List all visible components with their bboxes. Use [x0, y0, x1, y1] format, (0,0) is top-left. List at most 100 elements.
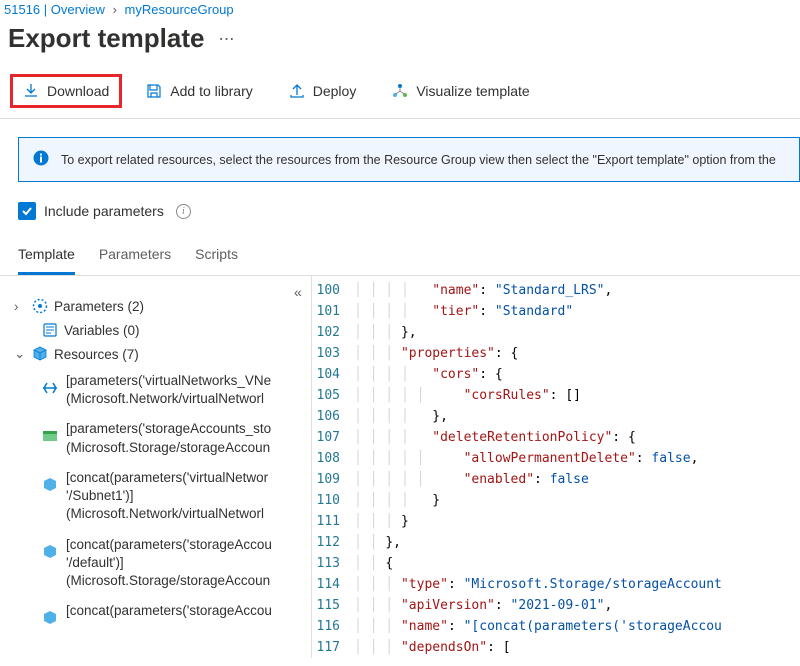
include-parameters-row: Include parameters i [0, 192, 800, 230]
line-number: 115 [312, 595, 354, 616]
tab-scripts[interactable]: Scripts [195, 240, 238, 275]
tab-bar: Template Parameters Scripts [0, 230, 800, 276]
line-number: 110 [312, 490, 354, 511]
tab-template[interactable]: Template [18, 240, 75, 275]
code-content: │ │ │ │ │ "allowPermanentDelete": false, [354, 448, 698, 469]
deploy-icon [289, 83, 305, 99]
line-number: 112 [312, 532, 354, 553]
line-number: 108 [312, 448, 354, 469]
tree-resource-item[interactable]: [concat(parameters('storageAccou [10, 596, 311, 635]
code-line: 113│ │ { [312, 553, 800, 574]
tree-resource-item[interactable]: [parameters('virtualNetworks_VNe(Microso… [10, 366, 311, 414]
code-line: 109│ │ │ │ │ "enabled": false [312, 469, 800, 490]
tree-label: [parameters('virtualNetworks_VNe [66, 373, 271, 388]
tree-label: [concat(parameters('virtualNetwor [66, 470, 268, 485]
info-text: To export related resources, select the … [61, 153, 776, 167]
add-to-library-label: Add to library [170, 83, 252, 99]
code-content: │ │ │ "name": "[concat(parameters('stora… [354, 616, 722, 637]
download-icon [23, 83, 39, 99]
code-content: │ │ │ "properties": { [354, 343, 518, 364]
visualize-label: Visualize template [416, 83, 529, 99]
code-editor[interactable]: 100│ │ │ │ "name": "Standard_LRS",101│ │… [312, 276, 800, 658]
code-line: 105│ │ │ │ │ "corsRules": [] [312, 385, 800, 406]
code-content: │ │ │ "apiVersion": "2021-09-01", [354, 595, 612, 616]
code-line: 111│ │ │ } [312, 511, 800, 532]
tree-node-variables[interactable]: Variables (0) [10, 318, 311, 342]
tree-sublabel: (Microsoft.Network/virtualNetworl [66, 505, 268, 523]
tree-label: Variables (0) [64, 323, 140, 338]
tree-node-parameters[interactable]: › Parameters (2) [10, 294, 311, 318]
line-number: 104 [312, 364, 354, 385]
more-icon[interactable]: ⋯ [219, 29, 235, 49]
code-content: │ │ │ "type": "Microsoft.Storage/storage… [354, 574, 722, 595]
chevron-right-icon: › [113, 2, 117, 17]
code-line: 117│ │ │ "dependsOn": [ [312, 637, 800, 658]
code-content: │ │ │ │ } [354, 490, 440, 511]
tree-resource-item[interactable]: [concat(parameters('virtualNetwor '/Subne… [10, 463, 311, 530]
code-content: │ │ │ } [354, 511, 409, 532]
line-number: 111 [312, 511, 354, 532]
cube-icon [42, 610, 58, 629]
code-content: │ │ { [354, 553, 393, 574]
breadcrumb: 51516 | Overview › myResourceGroup [0, 0, 800, 19]
code-content: │ │ │ }, [354, 322, 417, 343]
tree-sublabel: (Microsoft.Storage/storageAccoun [66, 439, 271, 457]
page-header: Export template ⋯ [0, 19, 800, 70]
info-hint-icon[interactable]: i [176, 204, 191, 219]
code-line: 104│ │ │ │ "cors": { [312, 364, 800, 385]
code-content: │ │ │ │ │ "corsRules": [] [354, 385, 581, 406]
cube-icon [42, 477, 58, 496]
tree-resource-item[interactable]: [concat(parameters('storageAccou'/defaul… [10, 530, 311, 597]
tree-label: [concat(parameters('storageAccou [66, 537, 272, 552]
code-line: 101│ │ │ │ "tier": "Standard" [312, 301, 800, 322]
line-number: 101 [312, 301, 354, 322]
line-number: 107 [312, 427, 354, 448]
visualize-icon [392, 83, 408, 99]
tree-label-2: '/Subnet1')] [66, 487, 268, 505]
variables-icon [42, 322, 58, 338]
breadcrumb-link-resourcegroup[interactable]: myResourceGroup [125, 2, 234, 17]
line-number: 106 [312, 406, 354, 427]
download-label: Download [47, 83, 109, 99]
chevron-down-icon: ⌄ [14, 346, 26, 362]
code-line: 107│ │ │ │ "deleteRetentionPolicy": { [312, 427, 800, 448]
include-parameters-checkbox[interactable] [18, 202, 36, 220]
code-line: 100│ │ │ │ "name": "Standard_LRS", [312, 280, 800, 301]
parameters-icon [32, 298, 48, 314]
tree-sublabel: (Microsoft.Storage/storageAccoun [66, 572, 272, 590]
collapse-tree-icon[interactable]: « [294, 284, 302, 300]
code-line: 106│ │ │ │ }, [312, 406, 800, 427]
line-number: 102 [312, 322, 354, 343]
tree-label: Resources (7) [54, 347, 139, 362]
line-number: 105 [312, 385, 354, 406]
tree-node-resources[interactable]: ⌄ Resources (7) [10, 342, 311, 366]
visualize-button[interactable]: Visualize template [380, 75, 541, 107]
deploy-button[interactable]: Deploy [277, 75, 369, 107]
line-number: 116 [312, 616, 354, 637]
code-line: 112│ │ }, [312, 532, 800, 553]
code-line: 114│ │ │ "type": "Microsoft.Storage/stor… [312, 574, 800, 595]
download-button[interactable]: Download [10, 74, 122, 108]
line-number: 114 [312, 574, 354, 595]
line-number: 117 [312, 637, 354, 658]
code-line: 108│ │ │ │ │ "allowPermanentDelete": fal… [312, 448, 800, 469]
info-banner: To export related resources, select the … [18, 137, 800, 182]
line-number: 100 [312, 280, 354, 301]
tab-parameters[interactable]: Parameters [99, 240, 171, 275]
save-icon [146, 83, 162, 99]
line-number: 103 [312, 343, 354, 364]
breadcrumb-link-overview[interactable]: 51516 | Overview [4, 2, 105, 17]
code-line: 115│ │ │ "apiVersion": "2021-09-01", [312, 595, 800, 616]
code-line: 116│ │ │ "name": "[concat(parameters('st… [312, 616, 800, 637]
code-content: │ │ │ │ "deleteRetentionPolicy": { [354, 427, 636, 448]
tree-label: [parameters('storageAccounts_sto [66, 421, 271, 436]
info-icon [33, 150, 49, 169]
page-title: Export template [8, 23, 205, 54]
cube-icon [42, 544, 58, 563]
tree-label: [concat(parameters('storageAccou [66, 603, 272, 618]
code-content: │ │ │ │ "tier": "Standard" [354, 301, 573, 322]
tree-resource-item[interactable]: [parameters('storageAccounts_sto (Microso… [10, 414, 311, 462]
tree-label: Parameters (2) [54, 299, 144, 314]
resources-icon [32, 346, 48, 362]
add-to-library-button[interactable]: Add to library [134, 75, 264, 107]
